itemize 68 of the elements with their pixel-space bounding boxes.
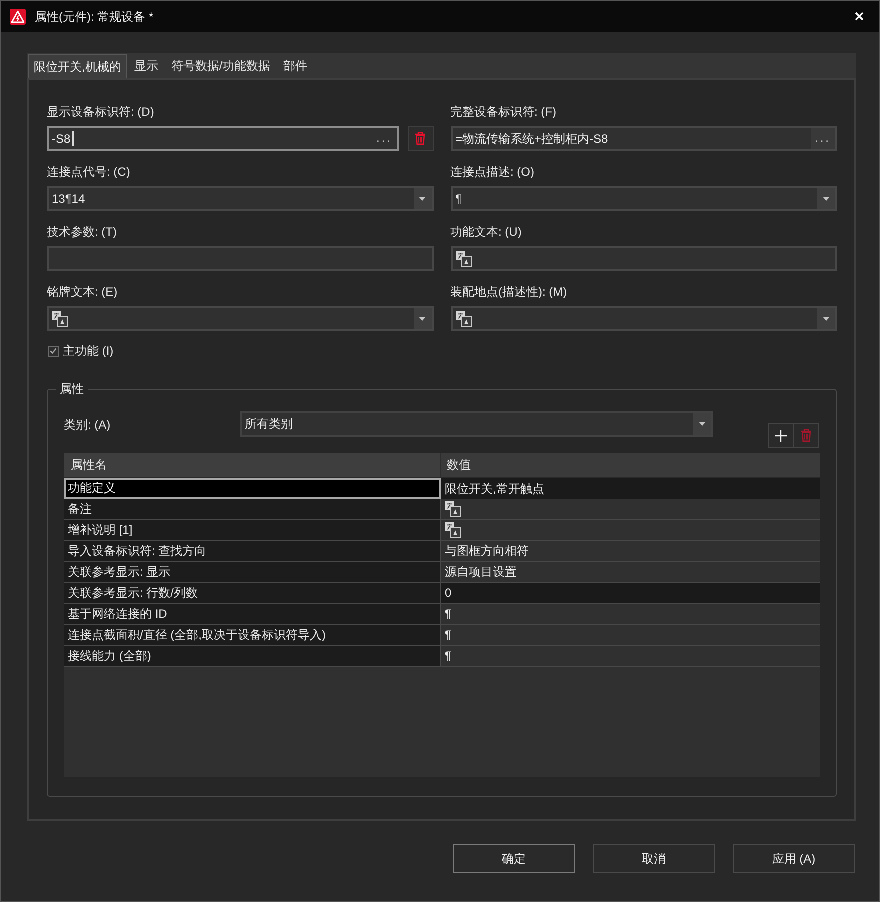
translation-icon bbox=[445, 501, 461, 517]
check-icon bbox=[50, 348, 57, 354]
dialog-button[interactable]: 确定 bbox=[453, 844, 575, 873]
table-cell[interactable]: 增补说明 [1] bbox=[64, 520, 441, 540]
table-cell[interactable]: 接线能力 (全部) bbox=[64, 646, 441, 666]
dropdown-field[interactable] bbox=[450, 306, 837, 331]
text-cursor bbox=[72, 131, 74, 146]
field-label: 类别: (A) bbox=[64, 418, 111, 432]
text-field[interactable] bbox=[47, 246, 434, 271]
field-label: 连接点描述: (O) bbox=[450, 164, 534, 180]
dropdown-field[interactable] bbox=[47, 306, 434, 331]
text-field[interactable]: =物流传输系统+控制柜内-S8 ... bbox=[450, 126, 837, 151]
field-label: 技术参数: (T) bbox=[47, 224, 117, 240]
caret-icon bbox=[698, 422, 706, 426]
table-cell[interactable]: 备注 bbox=[64, 499, 441, 519]
warning-triangle-icon bbox=[10, 8, 26, 24]
trash-icon bbox=[800, 429, 812, 442]
dropdown-button[interactable] bbox=[414, 308, 432, 329]
tab[interactable]: 显示 bbox=[128, 54, 164, 78]
table-cell[interactable]: 连接点截面积/直径 (全部,取决于设备标识符导入) bbox=[64, 625, 441, 645]
caret-icon bbox=[822, 316, 830, 320]
translation-icon bbox=[456, 250, 472, 266]
dropdown-button[interactable] bbox=[693, 413, 711, 435]
dialog-button[interactable]: 取消 bbox=[593, 844, 715, 873]
table-cell[interactable]: 关联参考显示: 行数/列数 bbox=[64, 583, 441, 603]
delete-button[interactable] bbox=[408, 126, 434, 151]
caret-icon bbox=[822, 196, 830, 200]
translation-icon bbox=[456, 310, 472, 326]
table-cell[interactable]: 限位开关,常开触点 bbox=[441, 478, 820, 499]
translation-icon bbox=[52, 310, 68, 326]
checkbox[interactable] bbox=[48, 346, 59, 356]
window-title: 属性(元件): 常规设备 * bbox=[35, 8, 154, 24]
plus-icon bbox=[775, 430, 787, 442]
tab[interactable]: 符号数据/功能数据 bbox=[165, 54, 277, 78]
tab[interactable]: 部件 bbox=[278, 54, 314, 78]
tab[interactable]: 限位开关,机械的 bbox=[28, 54, 128, 78]
dropdown-button[interactable] bbox=[414, 188, 432, 209]
dropdown-button[interactable] bbox=[817, 308, 835, 329]
field-label: 铭牌文本: (E) bbox=[47, 284, 118, 300]
field-label: 功能文本: (U) bbox=[450, 224, 522, 240]
column-header[interactable]: 数值 bbox=[441, 453, 820, 477]
dropdown-button[interactable] bbox=[817, 188, 835, 209]
caret-icon bbox=[419, 196, 426, 200]
group-title: 属性 bbox=[59, 381, 85, 397]
field-label: 装配地点(描述性): (M) bbox=[450, 284, 568, 300]
dropdown-field[interactable]: ¶ bbox=[450, 186, 837, 211]
column-header[interactable]: 属性名 bbox=[64, 453, 441, 477]
browse-button[interactable]: ... bbox=[372, 128, 396, 149]
table-cell[interactable]: 功能定义 bbox=[64, 478, 441, 499]
browse-button[interactable]: ... bbox=[810, 128, 835, 149]
trash-icon bbox=[415, 132, 426, 145]
dropdown-field[interactable]: 13¶14 bbox=[47, 186, 434, 211]
field-label: 连接点代号: (C) bbox=[47, 164, 130, 180]
table-cell[interactable]: 关联参考显示: 显示 bbox=[64, 562, 441, 582]
add-button[interactable] bbox=[768, 423, 794, 448]
dropdown-field[interactable]: 所有类别 bbox=[240, 411, 713, 437]
text-field[interactable]: -S8 ... bbox=[47, 126, 398, 151]
caret-icon bbox=[419, 316, 426, 320]
checkbox-label[interactable]: 主功能 (I) bbox=[63, 343, 114, 359]
field-label: 完整设备标识符: (F) bbox=[450, 104, 556, 120]
table-cell[interactable]: 导入设备标识符: 查找方向 bbox=[64, 541, 441, 561]
dialog-button[interactable]: 应用 (A) bbox=[733, 844, 855, 873]
field-label: 显示设备标识符: (D) bbox=[47, 104, 154, 120]
translation-icon bbox=[445, 522, 461, 538]
text-field[interactable] bbox=[450, 246, 837, 271]
close-icon bbox=[854, 12, 864, 21]
table-cell[interactable]: 0 bbox=[441, 583, 820, 603]
table-cell[interactable]: 基于网络连接的 ID bbox=[64, 604, 441, 624]
